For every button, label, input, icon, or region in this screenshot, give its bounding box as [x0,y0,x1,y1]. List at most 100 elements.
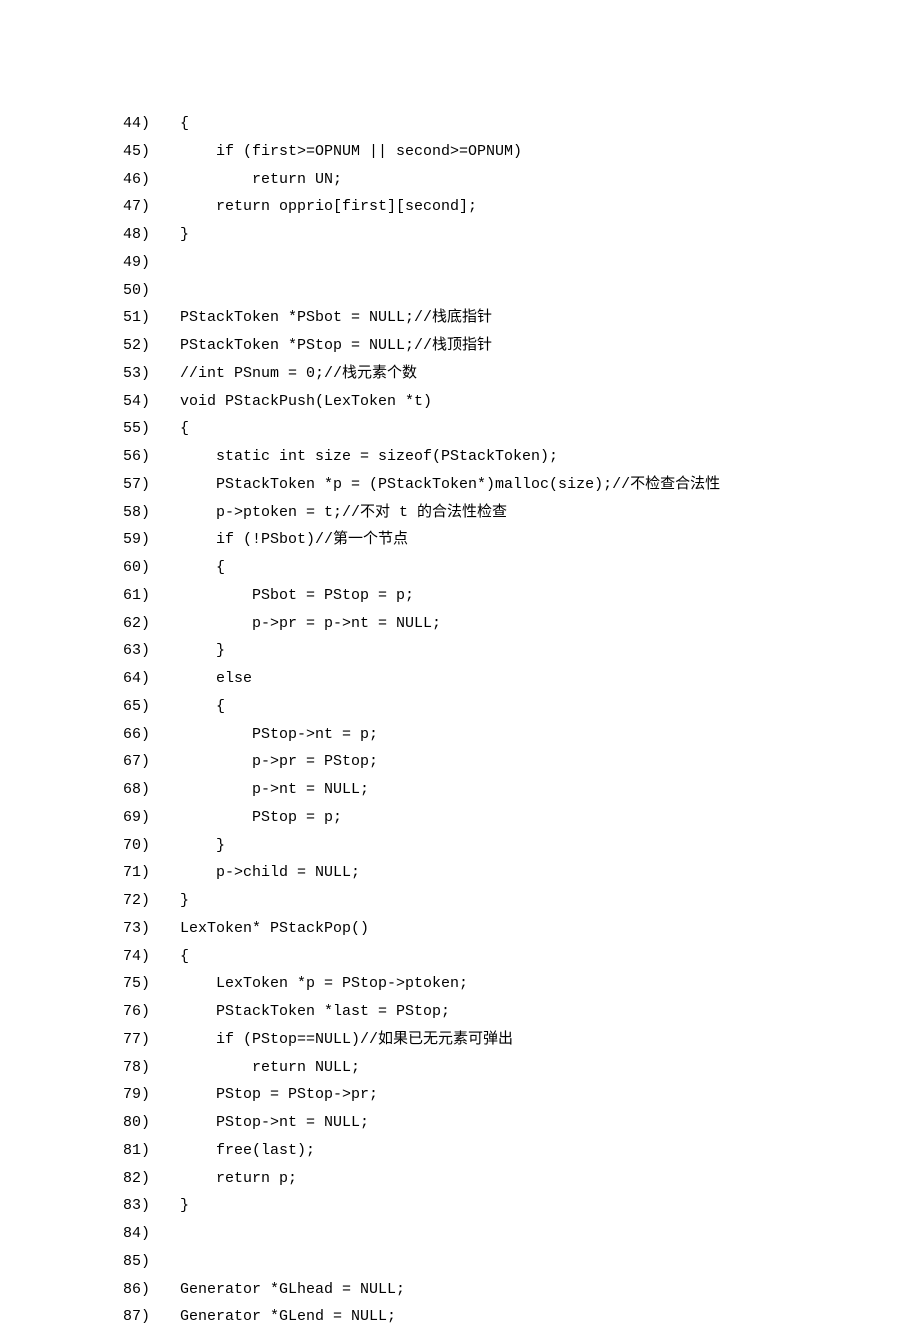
code-line: 67) p->pr = PStop; [0,748,920,776]
line-number: 82) [0,1165,180,1193]
line-number: 86) [0,1276,180,1304]
code-text: PStop->nt = NULL; [180,1109,920,1137]
code-line: 50) [0,277,920,305]
code-text: { [180,943,920,971]
code-line: 63) } [0,637,920,665]
code-line: 58) p->ptoken = t;//不对 t 的合法性检查 [0,499,920,527]
code-line: 69) PStop = p; [0,804,920,832]
code-text: void PStackPush(LexToken *t) [180,388,920,416]
line-number: 80) [0,1109,180,1137]
line-number: 58) [0,499,180,527]
code-line: 84) [0,1220,920,1248]
code-line: 54)void PStackPush(LexToken *t) [0,388,920,416]
code-line: 75) LexToken *p = PStop->ptoken; [0,970,920,998]
line-number: 65) [0,693,180,721]
code-text [180,249,920,277]
line-number: 60) [0,554,180,582]
line-number: 62) [0,610,180,638]
code-text: PStackToken *last = PStop; [180,998,920,1026]
line-number: 78) [0,1054,180,1082]
code-line: 65) { [0,693,920,721]
line-number: 85) [0,1248,180,1276]
line-number: 69) [0,804,180,832]
line-number: 81) [0,1137,180,1165]
line-number: 57) [0,471,180,499]
code-line: 86)Generator *GLhead = NULL; [0,1276,920,1304]
code-line: 62) p->pr = p->nt = NULL; [0,610,920,638]
code-text: free(last); [180,1137,920,1165]
code-text: Generator *GLend = NULL; [180,1303,920,1331]
code-line: 44){ [0,110,920,138]
line-number: 54) [0,388,180,416]
code-line: 48)} [0,221,920,249]
code-text: return p; [180,1165,920,1193]
code-text: PStop->nt = p; [180,721,920,749]
code-text: Generator *GLhead = NULL; [180,1276,920,1304]
code-text: if (!PSbot)//第一个节点 [180,526,920,554]
code-text: PStop = PStop->pr; [180,1081,920,1109]
line-number: 71) [0,859,180,887]
code-text: { [180,693,920,721]
code-line: 60) { [0,554,920,582]
code-line: 85) [0,1248,920,1276]
code-line: 80) PStop->nt = NULL; [0,1109,920,1137]
code-text: return NULL; [180,1054,920,1082]
code-line: 57) PStackToken *p = (PStackToken*)mallo… [0,471,920,499]
code-text: if (PStop==NULL)//如果已无元素可弹出 [180,1026,920,1054]
code-line: 79) PStop = PStop->pr; [0,1081,920,1109]
code-text: } [180,1192,920,1220]
line-number: 70) [0,832,180,860]
code-text: else [180,665,920,693]
code-text: p->pr = p->nt = NULL; [180,610,920,638]
line-number: 53) [0,360,180,388]
line-number: 64) [0,665,180,693]
code-text: PSbot = PStop = p; [180,582,920,610]
line-number: 68) [0,776,180,804]
line-number: 63) [0,637,180,665]
code-line: 68) p->nt = NULL; [0,776,920,804]
code-text: PStackToken *PSbot = NULL;//栈底指针 [180,304,920,332]
line-number: 61) [0,582,180,610]
code-text: if (first>=OPNUM || second>=OPNUM) [180,138,920,166]
line-number: 67) [0,748,180,776]
line-number: 49) [0,249,180,277]
code-listing-page: 44){45) if (first>=OPNUM || second>=OPNU… [0,0,920,1331]
code-line: 59) if (!PSbot)//第一个节点 [0,526,920,554]
line-number: 56) [0,443,180,471]
code-line: 70) } [0,832,920,860]
line-number: 45) [0,138,180,166]
code-text [180,277,920,305]
code-line: 72)} [0,887,920,915]
code-line: 45) if (first>=OPNUM || second>=OPNUM) [0,138,920,166]
code-line: 47) return opprio[first][second]; [0,193,920,221]
code-text: } [180,832,920,860]
code-line: 77) if (PStop==NULL)//如果已无元素可弹出 [0,1026,920,1054]
code-text: LexToken *p = PStop->ptoken; [180,970,920,998]
code-line: 61) PSbot = PStop = p; [0,582,920,610]
code-text: } [180,887,920,915]
line-number: 77) [0,1026,180,1054]
code-line: 87)Generator *GLend = NULL; [0,1303,920,1331]
code-line: 76) PStackToken *last = PStop; [0,998,920,1026]
code-line: 64) else [0,665,920,693]
code-line: 73)LexToken* PStackPop() [0,915,920,943]
line-number: 73) [0,915,180,943]
code-text: PStop = p; [180,804,920,832]
code-line: 83)} [0,1192,920,1220]
code-text: { [180,110,920,138]
line-number: 52) [0,332,180,360]
line-number: 51) [0,304,180,332]
code-text: return opprio[first][second]; [180,193,920,221]
code-text [180,1248,920,1276]
code-line: 46) return UN; [0,166,920,194]
line-number: 72) [0,887,180,915]
line-number: 83) [0,1192,180,1220]
code-line: 51)PStackToken *PSbot = NULL;//栈底指针 [0,304,920,332]
code-text [180,1220,920,1248]
line-number: 87) [0,1303,180,1331]
line-number: 84) [0,1220,180,1248]
code-line: 81) free(last); [0,1137,920,1165]
code-line: 82) return p; [0,1165,920,1193]
line-number: 46) [0,166,180,194]
code-text: LexToken* PStackPop() [180,915,920,943]
